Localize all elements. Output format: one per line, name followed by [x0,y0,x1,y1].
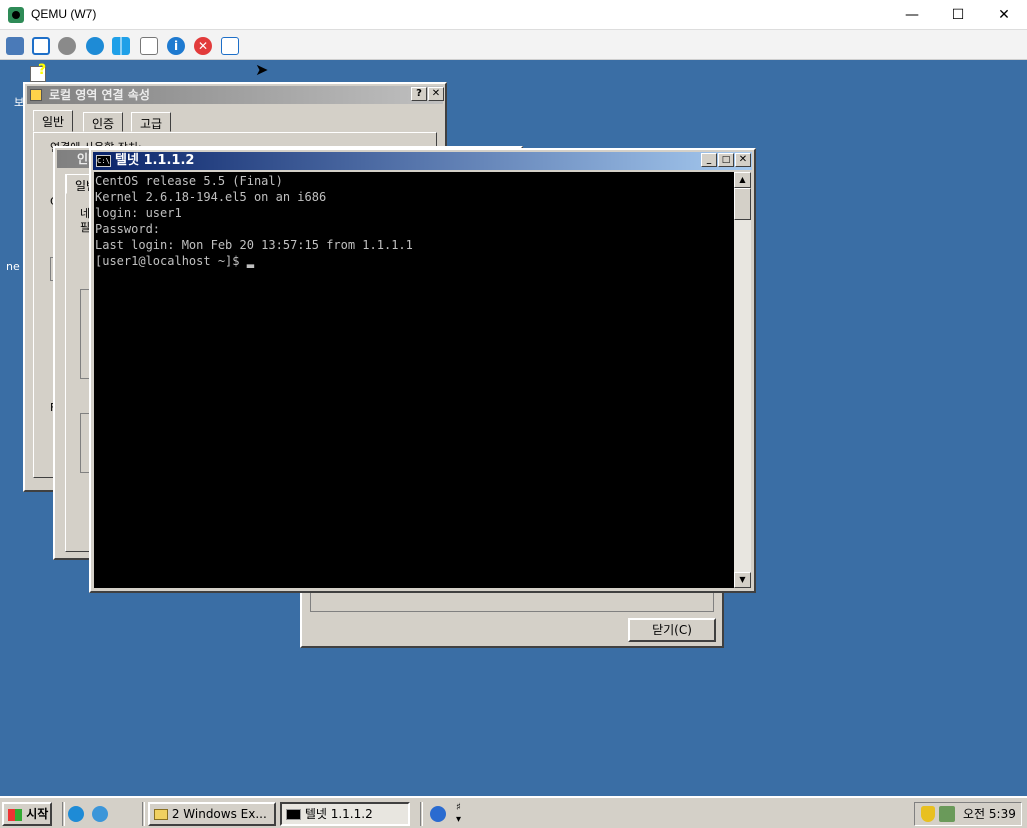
properties-close-button[interactable]: ✕ [428,87,444,101]
terminal-line: Password: [95,222,161,236]
stop-icon[interactable]: ✕ [194,37,212,55]
taskbar-explorer-button[interactable]: 2 Windows Ex... [148,802,276,826]
mouse-cursor-icon: ➤ [255,60,269,79]
telnet-close-button[interactable]: ✕ [735,153,751,167]
terminal-cursor: ▂ [246,254,254,268]
taskbar-explorer-label: 2 Windows Ex... [171,807,267,821]
start-button[interactable]: 시작 [2,802,52,826]
settings-icon[interactable] [58,37,76,55]
clock: 오전 5:39 [963,807,1016,821]
taskbar-divider [420,802,423,826]
terminal-prompt: [user1@localhost ~]$ [95,254,247,268]
close-dialog-button[interactable]: 닫기(C) [628,618,716,642]
terminal-line: Kernel 2.6.18-194.el5 on an i686 [95,190,327,204]
terminal-line: Last login: Mon Feb 20 13:57:15 from 1.1… [95,238,413,252]
terminal-scrollbar[interactable]: ▲ ▼ [734,172,751,588]
telnet-maximize-button[interactable]: □ [718,153,734,167]
share-icon[interactable] [6,37,24,55]
taskbar-divider [142,802,145,826]
qemu-app-icon [8,7,24,23]
host-window-title: QEMU (W7) [31,7,97,21]
windows-icon[interactable] [112,37,130,55]
terminal-line: login: user1 [95,206,182,220]
document-icon[interactable] [140,37,158,55]
terminal-line: CentOS release 5.5 (Final) [95,174,283,188]
taskbar: 시작 2 Windows Ex... 텔넷 1.1.1.2 ♯ ▾ 오전 5:39 [0,796,1027,828]
screenshot-icon[interactable] [221,37,239,55]
question-mark-icon: ? [38,62,47,78]
close-button[interactable]: ✕ [981,0,1027,30]
telnet-window-title: 텔넷 1.1.1.2 [93,152,752,170]
fullscreen-icon[interactable] [32,37,50,55]
toolbar-chevron-icon[interactable]: ♯ ▾ [456,802,461,826]
scroll-thumb[interactable] [734,188,751,220]
network-icon [30,89,42,101]
help-button[interactable]: ? [411,87,427,101]
scroll-down-icon[interactable]: ▼ [734,572,751,588]
minimize-button[interactable]: — [889,0,935,30]
network-tray-icon[interactable] [939,806,955,822]
info-icon[interactable]: i [167,37,185,55]
host-toolbar: i ✕ [0,30,1027,86]
terminal-output[interactable]: CentOS release 5.5 (Final) Kernel 2.6.18-… [94,172,734,588]
taskbar-divider [62,802,65,826]
tab-general[interactable]: 일반 [33,110,74,132]
tab-strip: 일반 인증 고급 [33,110,437,134]
start-label: 시작 [26,807,49,821]
windows-logo-icon [8,808,22,821]
folder-icon [154,809,168,820]
system-tray: 오전 5:39 [914,802,1022,826]
console-icon [286,809,301,820]
tab-auth[interactable]: 인증 [83,112,124,132]
dialog-group [310,590,714,612]
taskbar-telnet-label: 텔넷 1.1.1.2 [304,807,373,821]
guest-desktop: ? 보 ne 닫기(C) 로컬 영역 연결 속성 ? ✕ 일반 인증 고급 연결… [0,60,1027,796]
maximize-button[interactable]: ☐ [935,0,981,30]
terminal-prompt-line: [user1@localhost ~]$ ▂ [95,253,734,269]
console-icon: C:\ [96,155,111,167]
ie-quicklaunch-icon[interactable] [68,806,84,822]
scroll-up-icon[interactable]: ▲ [734,172,751,188]
desktop-icon-label: ne [6,260,20,273]
telnet-minimize-button[interactable]: _ [701,153,717,167]
refresh-icon[interactable] [86,37,104,55]
tab-advanced[interactable]: 고급 [131,112,172,132]
host-titlebar: QEMU (W7) — ☐ ✕ [0,0,1027,30]
shield-icon[interactable] [921,806,935,822]
properties-window-title: 로컬 영역 연결 속성 [27,86,443,104]
globe-icon[interactable] [430,806,446,822]
taskbar-telnet-button[interactable]: 텔넷 1.1.1.2 [280,802,410,826]
browser-quicklaunch-icon[interactable] [92,806,108,822]
